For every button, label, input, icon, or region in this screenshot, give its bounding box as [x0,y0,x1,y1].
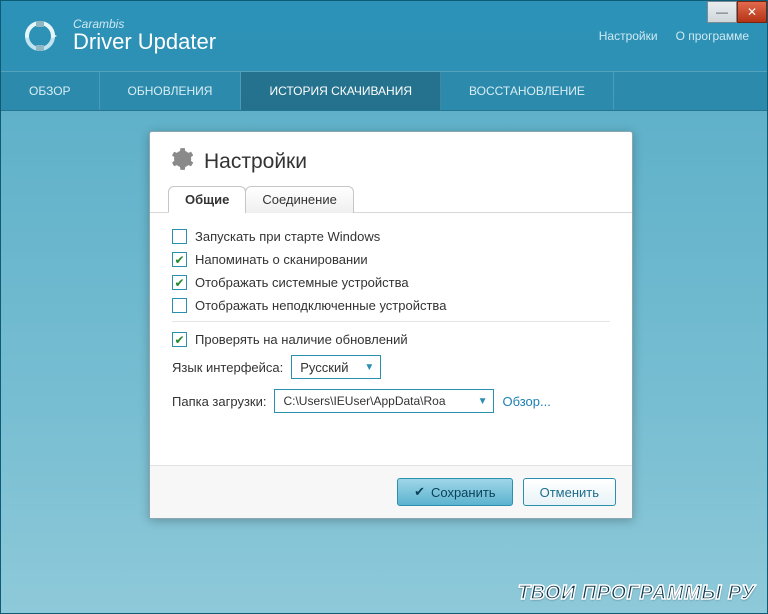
folder-label: Папка загрузки: [172,394,266,409]
tab-download-history[interactable]: ИСТОРИЯ СКАЧИВАНИЯ [241,72,441,110]
cancel-button-label: Отменить [540,485,599,500]
checkbox-sysdev[interactable]: ✔ [172,275,187,290]
tab-restore[interactable]: ВОССТАНОВЛЕНИЕ [441,72,614,110]
label-startup: Запускать при старте Windows [195,229,380,244]
save-button-label: Сохранить [431,485,496,500]
language-select[interactable]: Русский ▼ [291,355,381,379]
window-controls: — ✕ [707,1,767,23]
minimize-button[interactable]: — [707,1,737,23]
checkbox-unplugged[interactable] [172,298,187,313]
label-remind: Напоминать о сканировании [195,252,368,267]
tab-overview[interactable]: ОБЗОР [1,72,100,110]
chevron-down-icon: ▼ [478,396,488,407]
dialog-footer: ✔ Сохранить Отменить [150,465,632,518]
app-logo-icon [19,15,61,57]
title-bar: Carambis Driver Updater Настройки О прог… [1,1,767,71]
check-icon: ✔ [414,484,425,500]
app-title: Carambis Driver Updater [73,18,216,54]
label-sysdev: Отображать системные устройства [195,275,409,290]
chevron-down-icon: ▼ [364,362,374,373]
tab-connection[interactable]: Соединение [245,186,354,213]
settings-dialog: Настройки Общие Соединение Запускать при… [149,131,633,519]
language-value: Русский [300,360,348,375]
tab-updates[interactable]: ОБНОВЛЕНИЯ [100,72,242,110]
brand-name: Driver Updater [73,30,216,54]
close-button[interactable]: ✕ [737,1,767,23]
cancel-button[interactable]: Отменить [523,478,616,506]
gear-icon [168,146,194,177]
checkbox-updates[interactable]: ✔ [172,332,187,347]
dialog-title: Настройки [204,150,307,174]
main-nav: ОБЗОР ОБНОВЛЕНИЯ ИСТОРИЯ СКАЧИВАНИЯ ВОСС… [1,71,767,111]
checkbox-remind[interactable]: ✔ [172,252,187,267]
tab-general[interactable]: Общие [168,186,246,213]
settings-form: Запускать при старте Windows ✔ Напоминат… [150,213,632,439]
app-window: — ✕ Carambis Driver Updater Настройки О … [0,0,768,614]
label-updates: Проверять на наличие обновлений [195,332,408,347]
watermark: ТВОИ ПРОГРАММЫ РУ [518,582,755,605]
divider [172,321,610,322]
save-button[interactable]: ✔ Сохранить [397,478,513,506]
browse-link[interactable]: Обзор... [502,394,550,409]
download-folder-input[interactable]: C:\Users\IEUser\AppData\Roa ▼ [274,389,494,413]
language-label: Язык интерфейса: [172,360,283,375]
checkbox-startup[interactable] [172,229,187,244]
folder-value: C:\Users\IEUser\AppData\Roa [283,394,445,408]
label-unplugged: Отображать неподключенные устройства [195,298,446,313]
title-link-about[interactable]: О программе [676,29,749,43]
title-link-settings[interactable]: Настройки [599,29,658,43]
settings-tabs: Общие Соединение [150,185,632,213]
